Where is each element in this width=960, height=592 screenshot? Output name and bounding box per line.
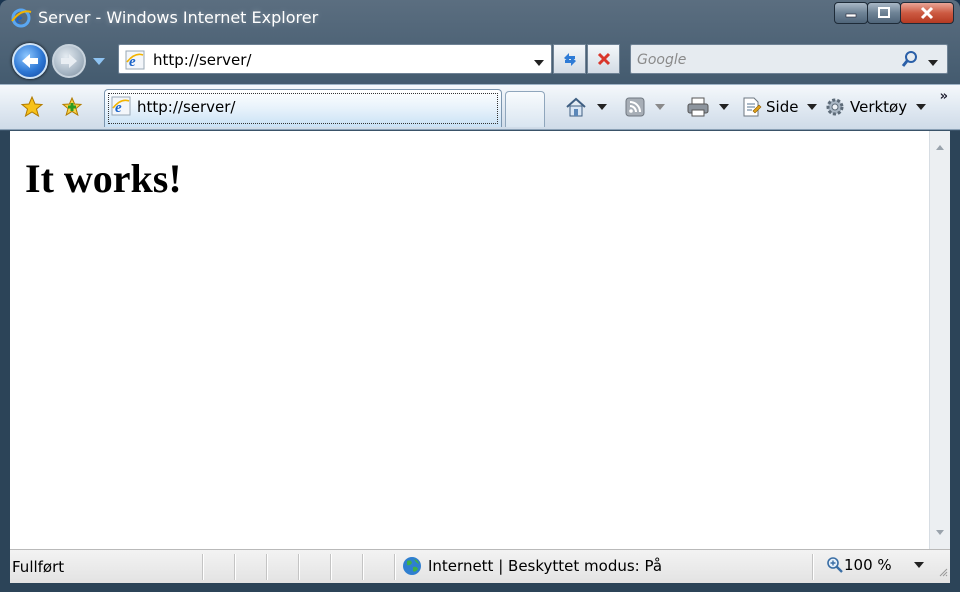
minimize-button[interactable] bbox=[834, 2, 868, 24]
globe-icon bbox=[403, 557, 421, 575]
status-divider bbox=[394, 554, 395, 580]
home-button[interactable] bbox=[564, 94, 607, 120]
home-icon bbox=[566, 97, 586, 117]
page-menu-label: Side bbox=[766, 98, 799, 116]
minimize-icon bbox=[845, 13, 857, 18]
close-button[interactable] bbox=[900, 2, 954, 24]
tab-server[interactable]: e http://server/ bbox=[104, 89, 502, 127]
maximize-button[interactable] bbox=[867, 2, 901, 24]
add-favorite-icon bbox=[61, 96, 83, 117]
print-icon bbox=[687, 97, 709, 117]
search-input[interactable] bbox=[637, 49, 897, 71]
zoom-icon bbox=[827, 557, 843, 573]
chevron-down-icon bbox=[93, 58, 105, 65]
search-provider-dropdown[interactable] bbox=[927, 55, 939, 71]
status-divider bbox=[812, 554, 813, 580]
page-menu-dropdown-icon bbox=[807, 104, 818, 110]
search-icon bbox=[901, 51, 917, 67]
zoom-control[interactable]: 100 % bbox=[826, 556, 924, 574]
favorites-star-icon bbox=[20, 95, 44, 118]
page-heading: It works! bbox=[25, 156, 182, 201]
back-button[interactable] bbox=[12, 43, 48, 79]
print-button[interactable] bbox=[686, 94, 729, 120]
tools-menu-button[interactable]: Verktøy bbox=[824, 94, 927, 120]
zoom-level: 100 % bbox=[844, 556, 892, 574]
status-text: Fullført bbox=[12, 558, 65, 576]
status-divider bbox=[362, 554, 363, 580]
command-bar: e http://server/ Side Verktøy » bbox=[0, 84, 960, 130]
gear-icon bbox=[826, 98, 844, 116]
add-favorite-button[interactable] bbox=[60, 95, 84, 123]
tools-menu-dropdown-icon bbox=[916, 104, 927, 110]
scroll-down-icon[interactable] bbox=[935, 525, 945, 541]
status-divider bbox=[330, 554, 331, 580]
zoom-dropdown-icon[interactable] bbox=[913, 562, 924, 568]
browser-window: e Server - Windows Internet Explorer e h… bbox=[0, 0, 960, 592]
status-divider bbox=[266, 554, 267, 580]
stop-button[interactable] bbox=[587, 44, 620, 74]
chevron-down-icon bbox=[928, 60, 938, 66]
vertical-scrollbar[interactable] bbox=[929, 131, 950, 549]
resize-grip-icon[interactable] bbox=[938, 563, 948, 581]
window-frame-right bbox=[950, 131, 960, 592]
maximize-icon bbox=[878, 7, 890, 18]
window-frame-left bbox=[0, 131, 10, 592]
security-zone[interactable]: Internett | Beskyttet modus: På bbox=[402, 556, 662, 576]
navigation-bar: e http://server/ bbox=[0, 38, 960, 82]
security-zone-text: Internett | Beskyttet modus: På bbox=[428, 557, 663, 575]
feeds-dropdown-icon[interactable] bbox=[655, 104, 665, 110]
status-divider bbox=[234, 554, 235, 580]
scroll-up-icon[interactable] bbox=[935, 139, 945, 155]
page-favicon-icon: e bbox=[125, 50, 145, 74]
status-divider bbox=[202, 554, 203, 580]
search-box bbox=[630, 44, 948, 74]
home-dropdown-icon[interactable] bbox=[597, 104, 607, 110]
search-button[interactable] bbox=[901, 50, 919, 72]
overflow-chevron-icon[interactable]: » bbox=[940, 89, 948, 104]
status-bar: Fullført Internett | Beskyttet modus: På… bbox=[10, 549, 950, 583]
window-title: Server - Windows Internet Explorer bbox=[38, 8, 319, 27]
refresh-icon bbox=[563, 53, 576, 66]
page-content: It works! bbox=[10, 131, 929, 549]
chevron-down-icon bbox=[534, 60, 544, 66]
page-icon bbox=[743, 97, 762, 117]
recent-pages-dropdown[interactable] bbox=[92, 54, 106, 70]
new-tab-button[interactable] bbox=[505, 91, 545, 127]
address-bar[interactable]: e http://server/ bbox=[118, 44, 552, 74]
tab-favicon-icon: e bbox=[111, 96, 131, 120]
feeds-button[interactable] bbox=[624, 94, 665, 120]
tab-label: http://server/ bbox=[137, 98, 236, 116]
caption-buttons bbox=[834, 2, 954, 24]
close-icon bbox=[920, 6, 934, 20]
back-arrow-icon bbox=[22, 54, 38, 68]
title-bar: e Server - Windows Internet Explorer bbox=[0, 0, 960, 38]
forward-button[interactable] bbox=[52, 44, 86, 78]
address-url[interactable]: http://server/ bbox=[153, 51, 252, 69]
address-dropdown[interactable] bbox=[533, 55, 545, 71]
ie-logo-icon: e bbox=[10, 7, 32, 29]
stop-icon bbox=[597, 52, 610, 66]
forward-arrow-icon bbox=[61, 54, 77, 68]
window-frame-bottom bbox=[0, 583, 960, 592]
page-menu-button[interactable]: Side bbox=[740, 94, 818, 120]
favorites-center-button[interactable] bbox=[20, 95, 44, 123]
print-dropdown-icon[interactable] bbox=[719, 104, 729, 110]
status-divider bbox=[298, 554, 299, 580]
refresh-button[interactable] bbox=[553, 44, 586, 74]
rss-feed-icon bbox=[625, 97, 645, 117]
tools-menu-label: Verktøy bbox=[850, 98, 908, 116]
